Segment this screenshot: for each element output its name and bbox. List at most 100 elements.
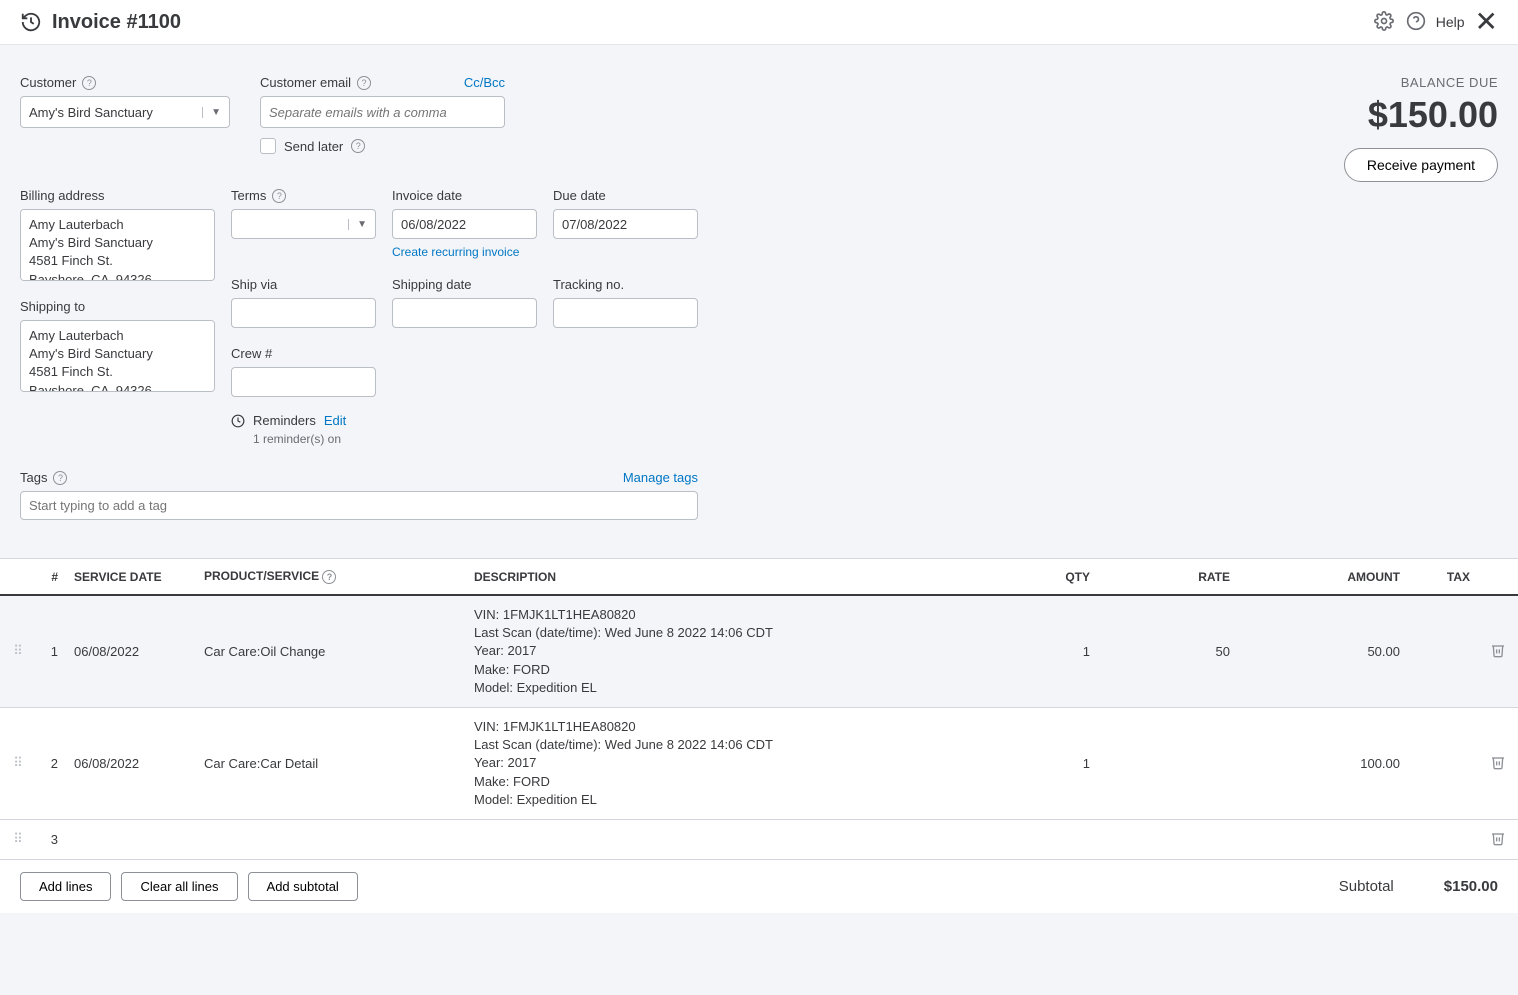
line-amount[interactable]: 100.00 (1238, 707, 1408, 819)
subtotal-amount: $150.00 (1444, 878, 1498, 895)
help-icon[interactable]: ? (82, 76, 96, 90)
help-icon[interactable]: ? (351, 139, 365, 153)
col-rate: RATE (1098, 559, 1238, 596)
manage-tags-link[interactable]: Manage tags (623, 470, 698, 485)
line-num: 2 (36, 707, 66, 819)
drag-handle-icon[interactable]: ⠿ (0, 707, 36, 819)
line-tax[interactable] (1408, 707, 1478, 819)
table-row[interactable]: ⠿ 2 06/08/2022 Car Care:Car Detail VIN: … (0, 707, 1518, 819)
terms-select[interactable]: ▼ (231, 209, 376, 239)
col-tax: TAX (1408, 559, 1478, 596)
col-num: # (36, 559, 66, 596)
line-date[interactable]: 06/08/2022 (66, 595, 196, 707)
line-rate[interactable]: 50 (1098, 595, 1238, 707)
create-recurring-link[interactable]: Create recurring invoice (392, 245, 537, 259)
page-title: Invoice #1100 (20, 11, 181, 34)
header: Invoice #1100 Help ✕ (0, 0, 1518, 45)
close-icon[interactable]: ✕ (1475, 8, 1498, 36)
billing-address-input[interactable]: Amy Lauterbach Amy's Bird Sanctuary 4581… (20, 209, 215, 281)
col-product: PRODUCT/SERVICE ? (196, 559, 466, 596)
line-amount[interactable] (1238, 819, 1408, 859)
line-date[interactable] (66, 819, 196, 859)
invoice-date-label: Invoice date (392, 188, 537, 203)
tracking-no-input[interactable] (553, 298, 698, 328)
customer-email-label: Customer email? Cc/Bcc (260, 75, 505, 90)
balance-due-box: BALANCE DUE $150.00 Receive payment (1344, 75, 1498, 182)
clear-all-lines-button[interactable]: Clear all lines (121, 872, 237, 901)
ship-via-input[interactable] (231, 298, 376, 328)
chevron-down-icon: ▼ (202, 107, 221, 118)
help-icon[interactable]: ? (272, 189, 286, 203)
trash-icon[interactable] (1490, 646, 1506, 661)
line-description[interactable]: VIN: 1FMJK1LT1HEA80820 Last Scan (date/t… (466, 707, 1038, 819)
ccbcc-link[interactable]: Cc/Bcc (464, 75, 505, 90)
line-description[interactable]: VIN: 1FMJK1LT1HEA80820 Last Scan (date/t… (466, 595, 1038, 707)
customer-label: Customer ? (20, 75, 230, 90)
tags-input[interactable] (20, 491, 698, 520)
due-date-input[interactable] (553, 209, 698, 239)
reminders-edit-link[interactable]: Edit (324, 413, 346, 428)
send-later-checkbox[interactable] (260, 138, 276, 154)
tracking-no-label: Tracking no. (553, 277, 698, 292)
shipping-to-label: Shipping to (20, 299, 215, 314)
col-description: DESCRIPTION (466, 559, 1038, 596)
shipping-date-input[interactable] (392, 298, 537, 328)
help-link[interactable]: Help (1436, 14, 1465, 30)
line-tax[interactable] (1408, 819, 1478, 859)
clock-icon (231, 414, 245, 428)
tags-label: Tags? (20, 470, 67, 485)
line-items-table: # SERVICE DATE PRODUCT/SERVICE ? DESCRIP… (0, 558, 1518, 860)
help-icon[interactable]: ? (322, 570, 336, 584)
line-tax[interactable] (1408, 595, 1478, 707)
help-icon[interactable]: ? (53, 471, 67, 485)
help-icon[interactable] (1406, 11, 1426, 34)
chevron-down-icon: ▼ (348, 219, 367, 230)
crew-input[interactable] (231, 367, 376, 397)
line-qty[interactable]: 1 (1038, 707, 1098, 819)
trash-icon[interactable] (1490, 758, 1506, 773)
history-icon[interactable] (20, 11, 42, 33)
line-product[interactable]: Car Care:Car Detail (196, 707, 466, 819)
receive-payment-button[interactable]: Receive payment (1344, 148, 1498, 182)
col-amount: AMOUNT (1238, 559, 1408, 596)
line-qty[interactable]: 1 (1038, 595, 1098, 707)
line-qty[interactable] (1038, 819, 1098, 859)
line-description[interactable] (466, 819, 1038, 859)
add-subtotal-button[interactable]: Add subtotal (248, 872, 358, 901)
invoice-date-input[interactable] (392, 209, 537, 239)
crew-label: Crew # (231, 346, 376, 361)
table-row[interactable]: ⠿ 3 (0, 819, 1518, 859)
shipping-to-input[interactable]: Amy Lauterbach Amy's Bird Sanctuary 4581… (20, 320, 215, 392)
col-qty: QTY (1038, 559, 1098, 596)
shipping-date-label: Shipping date (392, 277, 537, 292)
reminders-row: Reminders Edit (231, 413, 698, 428)
billing-address-label: Billing address (20, 188, 215, 203)
due-date-label: Due date (553, 188, 698, 203)
col-service-date: SERVICE DATE (66, 559, 196, 596)
page-title-text: Invoice #1100 (52, 11, 181, 34)
footer: Add lines Clear all lines Add subtotal S… (0, 860, 1518, 913)
drag-handle-icon[interactable]: ⠿ (0, 595, 36, 707)
subtotal-label: Subtotal (1339, 878, 1394, 895)
customer-email-input[interactable] (260, 96, 505, 128)
drag-handle-icon[interactable]: ⠿ (0, 819, 36, 859)
gear-icon[interactable] (1374, 11, 1394, 34)
trash-icon[interactable] (1490, 834, 1506, 849)
line-product[interactable] (196, 819, 466, 859)
line-date[interactable]: 06/08/2022 (66, 707, 196, 819)
line-product[interactable]: Car Care:Oil Change (196, 595, 466, 707)
customer-select[interactable]: Amy's Bird Sanctuary ▼ (20, 96, 230, 128)
balance-due-label: BALANCE DUE (1344, 75, 1498, 90)
help-icon[interactable]: ? (357, 76, 371, 90)
ship-via-label: Ship via (231, 277, 376, 292)
line-rate[interactable] (1098, 707, 1238, 819)
line-amount[interactable]: 50.00 (1238, 595, 1408, 707)
table-row[interactable]: ⠿ 1 06/08/2022 Car Care:Oil Change VIN: … (0, 595, 1518, 707)
line-rate[interactable] (1098, 819, 1238, 859)
terms-label: Terms? (231, 188, 376, 203)
send-later-label: Send later (284, 139, 343, 154)
line-num: 1 (36, 595, 66, 707)
reminders-status: 1 reminder(s) on (253, 432, 698, 446)
add-lines-button[interactable]: Add lines (20, 872, 111, 901)
balance-due-amount: $150.00 (1344, 94, 1498, 136)
